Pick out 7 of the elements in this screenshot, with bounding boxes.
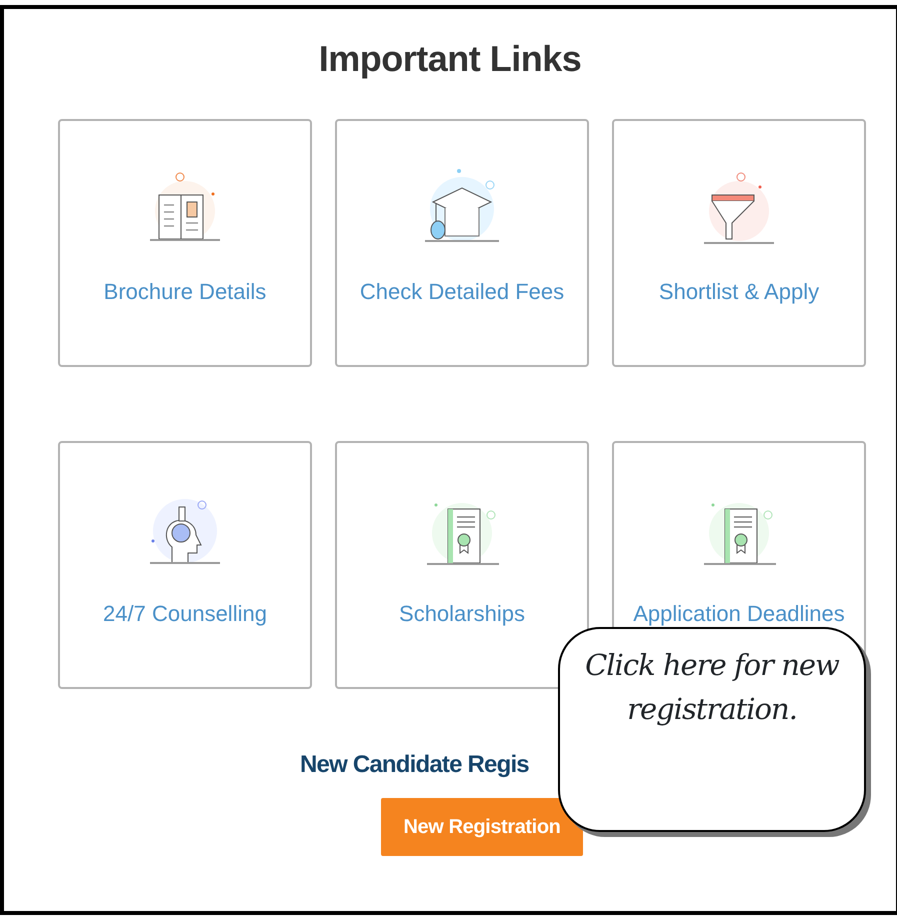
link-card[interactable]: 24/7 Counselling bbox=[58, 441, 312, 689]
page-title: Important Links bbox=[318, 37, 582, 81]
link-card[interactable]: Check Detailed Fees bbox=[335, 119, 589, 367]
link-card[interactable]: Brochure Details bbox=[58, 119, 312, 367]
section-heading: New Candidate Regis bbox=[299, 750, 530, 780]
link-card[interactable]: Shortlist & Apply bbox=[612, 119, 866, 367]
new-registration-button[interactable]: New Registration bbox=[381, 798, 583, 856]
